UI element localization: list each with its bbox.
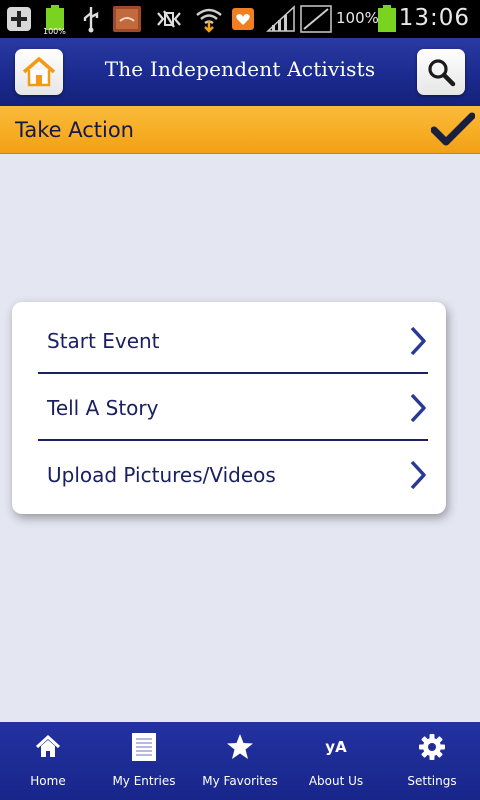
nav-settings[interactable]: Settings: [384, 722, 480, 800]
nav-my-entries[interactable]: My Entries: [96, 722, 192, 800]
chevron-right-icon: [410, 393, 426, 422]
nav-about-us[interactable]: yA About Us: [288, 722, 384, 800]
tell-a-story-item[interactable]: Tell A Story: [38, 374, 428, 441]
add-icon: [6, 5, 32, 33]
vibrate-icon: [155, 5, 183, 33]
magnifier-icon: [428, 59, 456, 87]
chevron-right-icon: [410, 326, 426, 355]
start-event-item[interactable]: Start Event: [38, 307, 428, 374]
house-icon: [22, 57, 56, 87]
wifi-icon: [195, 5, 223, 33]
list-item-label: Tell A Story: [47, 395, 159, 420]
section-bar: Take Action: [0, 106, 480, 154]
battery-percent: 100%: [336, 9, 379, 27]
ya-logo-icon: yA: [325, 732, 346, 762]
signal-icon: [266, 5, 296, 33]
action-list: Start Event Tell A Story Upload Pictures…: [12, 302, 446, 514]
gear-icon: [418, 732, 446, 762]
nav-label: Home: [30, 774, 66, 788]
upload-pictures-videos-item[interactable]: Upload Pictures/Videos: [38, 441, 428, 508]
nav-label: Settings: [407, 774, 457, 788]
nav-my-favorites[interactable]: My Favorites: [192, 722, 288, 800]
nav-label: My Entries: [112, 774, 176, 788]
usb-icon: [80, 5, 102, 33]
star-icon: [226, 732, 254, 762]
status-bar: 100% 100% 13:06: [0, 0, 480, 38]
nav-label: About Us: [308, 774, 364, 788]
app-heart-icon: [231, 5, 255, 33]
signal-secondary-icon: [300, 5, 332, 33]
clock: 13:06: [398, 5, 470, 31]
battery-small-label: 100%: [43, 27, 66, 36]
nav-home[interactable]: Home: [0, 722, 96, 800]
ya-logo-text: yA: [325, 738, 347, 756]
list-item-label: Upload Pictures/Videos: [47, 462, 276, 487]
app-title: The Independent Activists: [104, 57, 376, 81]
search-button[interactable]: [417, 49, 465, 95]
home-button[interactable]: [15, 49, 63, 95]
document-icon: [131, 732, 157, 762]
house-icon: [35, 732, 61, 762]
app-header: The Independent Activists: [0, 38, 480, 106]
battery-icon: [377, 5, 397, 33]
list-item-label: Start Event: [47, 328, 160, 353]
app-notification-icon: [112, 5, 142, 33]
bottom-nav: Home My Entries My Favorites yA About Us: [0, 722, 480, 800]
chevron-right-icon: [410, 460, 426, 489]
nav-label: My Favorites: [202, 774, 278, 788]
checkmark-icon[interactable]: [430, 112, 476, 152]
section-title: Take Action: [15, 118, 134, 142]
